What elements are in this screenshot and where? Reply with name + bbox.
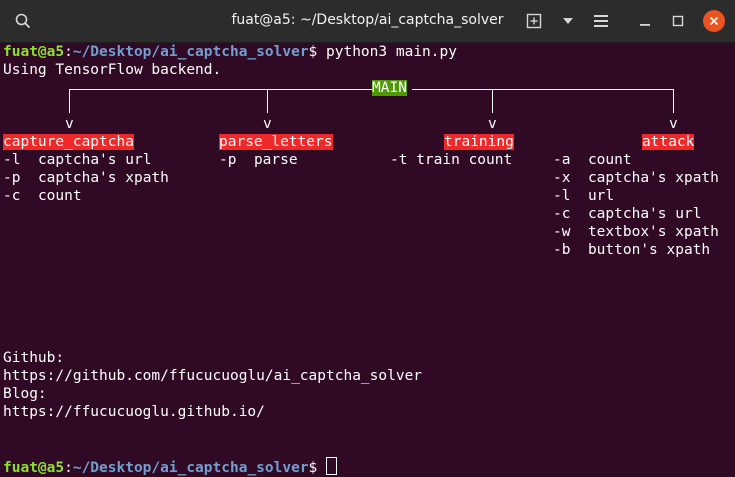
arrow-1: v xyxy=(65,116,74,132)
output-line: Using TensorFlow backend. xyxy=(3,62,222,78)
prompt-path: ~/Desktop/ai_captcha_solver xyxy=(72,44,309,60)
blog-link[interactable]: https://ffucucuoglu.github.io/ xyxy=(3,403,265,421)
option-row: -p captcha's xpath xyxy=(3,170,169,186)
option-row: -a count xyxy=(553,152,632,168)
tree-drop-2 xyxy=(267,89,268,113)
blog-label: Blog: xyxy=(3,386,47,402)
tree-root: MAIN xyxy=(372,80,407,96)
command-text: python3 main.py xyxy=(326,44,457,60)
option-row: -l url xyxy=(553,188,615,204)
arrow-4: v xyxy=(669,116,678,132)
arrow-3: v xyxy=(488,116,497,132)
branch-parse-letters: parse_letters xyxy=(219,134,333,150)
option-row: -w textbox's xpath xyxy=(553,224,719,240)
option-row: -b button's xpath xyxy=(553,242,711,258)
window-title: fuat@a5: ~/Desktop/ai_captcha_solver xyxy=(231,12,504,28)
prompt-line-final: fuat@a5:~/Desktop/ai_captcha_solver$ xyxy=(3,457,338,476)
branch-attack: attack xyxy=(642,134,695,150)
option-row: -c count xyxy=(3,188,82,204)
github-label: Github: xyxy=(3,350,65,366)
prompt-user: fuat@a5 xyxy=(3,44,65,60)
option-row: -c captcha's url xyxy=(553,206,702,222)
new-tab-icon[interactable] xyxy=(521,8,547,34)
tree-line-right xyxy=(412,89,673,90)
maximize-icon[interactable] xyxy=(665,8,691,34)
tree-line-left xyxy=(69,89,372,90)
option-row: -t train count xyxy=(390,152,513,168)
tree-drop-1 xyxy=(69,89,70,113)
close-icon[interactable] xyxy=(703,10,725,32)
option-row: -x captcha's xpath xyxy=(553,170,719,186)
prompt-line: fuat@a5:~/Desktop/ai_captcha_solver$ pyt… xyxy=(3,44,457,60)
option-row: -l captcha's url xyxy=(3,152,152,168)
branch-capture-captcha: capture_captcha xyxy=(3,134,134,150)
tree-drop-4 xyxy=(673,89,674,113)
menu-icon[interactable] xyxy=(588,8,614,34)
dropdown-icon[interactable] xyxy=(555,8,581,34)
option-row: -p parse xyxy=(219,152,298,168)
github-link[interactable]: https://github.com/ffucucuoglu/ai_captch… xyxy=(3,367,422,385)
tree-drop-3 xyxy=(492,89,493,113)
minimize-icon[interactable] xyxy=(632,8,658,34)
branch-training: training xyxy=(444,134,514,150)
arrow-2: v xyxy=(263,116,272,132)
text-cursor xyxy=(326,457,338,475)
title-bar: fuat@a5: ~/Desktop/ai_captcha_solver xyxy=(0,0,735,43)
